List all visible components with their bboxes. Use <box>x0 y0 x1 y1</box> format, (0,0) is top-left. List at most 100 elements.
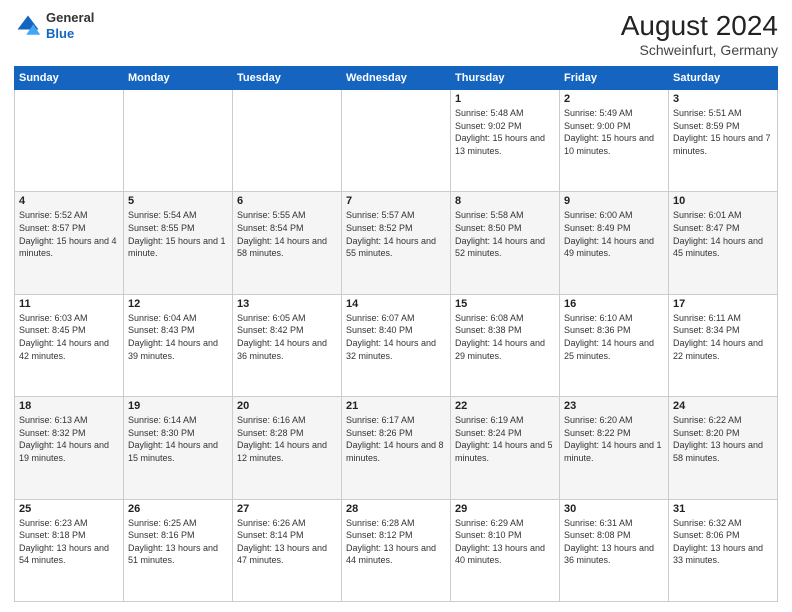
day-info: Sunrise: 5:58 AM Sunset: 8:50 PM Dayligh… <box>455 209 555 259</box>
weekday-header-row: Sunday Monday Tuesday Wednesday Thursday… <box>15 67 778 90</box>
table-row: 26 Sunrise: 6:25 AM Sunset: 8:16 PM Dayli… <box>124 499 233 601</box>
table-row: 13Sunrise: 6:05 AM Sunset: 8:42 PM Dayli… <box>233 294 342 396</box>
table-row <box>124 90 233 192</box>
day-info: Sunrise: 6:19 AM Sunset: 8:24 PM Dayligh… <box>455 414 555 464</box>
week-row-3: 18 Sunrise: 6:13 AM Sunset: 8:32 PM Dayli… <box>15 397 778 499</box>
day-info: Sunrise: 6:01 AM Sunset: 8:47 PM Dayligh… <box>673 209 773 259</box>
day-info: Sunrise: 6:29 AM Sunset: 8:10 PM Dayligh… <box>455 517 555 567</box>
day-number: 7 <box>346 195 446 207</box>
week-row-4: 25 Sunrise: 6:23 AM Sunset: 8:18 PM Dayli… <box>15 499 778 601</box>
table-row: 19 Sunrise: 6:14 AM Sunset: 8:30 PM Dayli… <box>124 397 233 499</box>
day-number: 2 <box>564 93 664 105</box>
table-row: 15 Sunrise: 6:08 AM Sunset: 8:38 PM Dayli… <box>451 294 560 396</box>
table-row: 5 Sunrise: 5:54 AM Sunset: 8:55 PM Daylig… <box>124 192 233 294</box>
day-number: 26 <box>128 503 228 515</box>
day-info: Sunrise: 6:28 AM Sunset: 8:12 PM Dayligh… <box>346 517 446 567</box>
day-info: Sunrise: 6:26 AM Sunset: 8:14 PM Dayligh… <box>237 517 337 567</box>
table-row: 31Sunrise: 6:32 AM Sunset: 8:06 PM Dayli… <box>669 499 778 601</box>
day-number: 28 <box>346 503 446 515</box>
day-info: Sunrise: 6:14 AM Sunset: 8:30 PM Dayligh… <box>128 414 228 464</box>
header-monday: Monday <box>124 67 233 90</box>
day-number: 16 <box>564 298 664 310</box>
logo-text: General Blue <box>46 10 94 41</box>
header-friday: Friday <box>560 67 669 90</box>
day-info: Sunrise: 6:16 AM Sunset: 8:28 PM Dayligh… <box>237 414 337 464</box>
day-number: 18 <box>19 400 119 412</box>
day-info: Sunrise: 5:51 AM Sunset: 8:59 PM Dayligh… <box>673 107 773 157</box>
day-number: 31 <box>673 503 773 515</box>
day-info: Sunrise: 6:13 AM Sunset: 8:32 PM Dayligh… <box>19 414 119 464</box>
location: Schweinfurt, Germany <box>621 42 778 58</box>
day-number: 8 <box>455 195 555 207</box>
day-number: 23 <box>564 400 664 412</box>
day-number: 19 <box>128 400 228 412</box>
table-row <box>342 90 451 192</box>
table-row: 4 Sunrise: 5:52 AM Sunset: 8:57 PM Daylig… <box>15 192 124 294</box>
table-row: 22 Sunrise: 6:19 AM Sunset: 8:24 PM Dayli… <box>451 397 560 499</box>
day-info: Sunrise: 5:49 AM Sunset: 9:00 PM Dayligh… <box>564 107 664 157</box>
day-info: Sunrise: 5:52 AM Sunset: 8:57 PM Dayligh… <box>19 209 119 259</box>
logo-general: General <box>46 10 94 25</box>
table-row: 29 Sunrise: 6:29 AM Sunset: 8:10 PM Dayli… <box>451 499 560 601</box>
table-row: 20 Sunrise: 6:16 AM Sunset: 8:28 PM Dayli… <box>233 397 342 499</box>
week-row-2: 11Sunrise: 6:03 AM Sunset: 8:45 PM Dayli… <box>15 294 778 396</box>
table-row: 14Sunrise: 6:07 AM Sunset: 8:40 PM Dayli… <box>342 294 451 396</box>
day-info: Sunrise: 6:00 AM Sunset: 8:49 PM Dayligh… <box>564 209 664 259</box>
day-number: 11 <box>19 298 119 310</box>
day-info: Sunrise: 6:17 AM Sunset: 8:26 PM Dayligh… <box>346 414 446 464</box>
header: General Blue August 2024 Schweinfurt, Ge… <box>14 10 778 58</box>
table-row: 27 Sunrise: 6:26 AM Sunset: 8:14 PM Dayli… <box>233 499 342 601</box>
day-info: Sunrise: 6:22 AM Sunset: 8:20 PM Dayligh… <box>673 414 773 464</box>
title-block: August 2024 Schweinfurt, Germany <box>621 10 778 58</box>
header-thursday: Thursday <box>451 67 560 90</box>
day-number: 12 <box>128 298 228 310</box>
table-row: 10Sunrise: 6:01 AM Sunset: 8:47 PM Dayli… <box>669 192 778 294</box>
table-row <box>233 90 342 192</box>
day-info: Sunrise: 6:10 AM Sunset: 8:36 PM Dayligh… <box>564 312 664 362</box>
table-row: 25 Sunrise: 6:23 AM Sunset: 8:18 PM Dayli… <box>15 499 124 601</box>
table-row: 21 Sunrise: 6:17 AM Sunset: 8:26 PM Dayli… <box>342 397 451 499</box>
day-number: 15 <box>455 298 555 310</box>
table-row: 30Sunrise: 6:31 AM Sunset: 8:08 PM Dayli… <box>560 499 669 601</box>
day-number: 22 <box>455 400 555 412</box>
table-row: 1Sunrise: 5:48 AM Sunset: 9:02 PM Daylig… <box>451 90 560 192</box>
table-row: 16 Sunrise: 6:10 AM Sunset: 8:36 PM Dayli… <box>560 294 669 396</box>
calendar: Sunday Monday Tuesday Wednesday Thursday… <box>14 66 778 602</box>
header-sunday: Sunday <box>15 67 124 90</box>
day-number: 1 <box>455 93 555 105</box>
day-number: 4 <box>19 195 119 207</box>
day-info: Sunrise: 5:55 AM Sunset: 8:54 PM Dayligh… <box>237 209 337 259</box>
day-info: Sunrise: 6:23 AM Sunset: 8:18 PM Dayligh… <box>19 517 119 567</box>
week-row-0: 1Sunrise: 5:48 AM Sunset: 9:02 PM Daylig… <box>15 90 778 192</box>
day-number: 17 <box>673 298 773 310</box>
week-row-1: 4 Sunrise: 5:52 AM Sunset: 8:57 PM Daylig… <box>15 192 778 294</box>
logo: General Blue <box>14 10 94 41</box>
day-info: Sunrise: 6:04 AM Sunset: 8:43 PM Dayligh… <box>128 312 228 362</box>
table-row: 12 Sunrise: 6:04 AM Sunset: 8:43 PM Dayli… <box>124 294 233 396</box>
table-row: 8 Sunrise: 5:58 AM Sunset: 8:50 PM Daylig… <box>451 192 560 294</box>
table-row: 23 Sunrise: 6:20 AM Sunset: 8:22 PM Dayli… <box>560 397 669 499</box>
table-row: 28 Sunrise: 6:28 AM Sunset: 8:12 PM Dayli… <box>342 499 451 601</box>
day-number: 20 <box>237 400 337 412</box>
day-number: 13 <box>237 298 337 310</box>
header-wednesday: Wednesday <box>342 67 451 90</box>
day-info: Sunrise: 6:08 AM Sunset: 8:38 PM Dayligh… <box>455 312 555 362</box>
day-number: 21 <box>346 400 446 412</box>
table-row: 17Sunrise: 6:11 AM Sunset: 8:34 PM Dayli… <box>669 294 778 396</box>
day-info: Sunrise: 6:25 AM Sunset: 8:16 PM Dayligh… <box>128 517 228 567</box>
table-row <box>15 90 124 192</box>
table-row: 2 Sunrise: 5:49 AM Sunset: 9:00 PM Daylig… <box>560 90 669 192</box>
table-row: 3Sunrise: 5:51 AM Sunset: 8:59 PM Daylig… <box>669 90 778 192</box>
day-number: 27 <box>237 503 337 515</box>
day-info: Sunrise: 6:31 AM Sunset: 8:08 PM Dayligh… <box>564 517 664 567</box>
header-tuesday: Tuesday <box>233 67 342 90</box>
table-row: 24Sunrise: 6:22 AM Sunset: 8:20 PM Dayli… <box>669 397 778 499</box>
day-info: Sunrise: 5:54 AM Sunset: 8:55 PM Dayligh… <box>128 209 228 259</box>
day-number: 29 <box>455 503 555 515</box>
day-number: 5 <box>128 195 228 207</box>
day-info: Sunrise: 6:20 AM Sunset: 8:22 PM Dayligh… <box>564 414 664 464</box>
table-row: 7Sunrise: 5:57 AM Sunset: 8:52 PM Daylig… <box>342 192 451 294</box>
day-number: 25 <box>19 503 119 515</box>
table-row: 9Sunrise: 6:00 AM Sunset: 8:49 PM Daylig… <box>560 192 669 294</box>
day-info: Sunrise: 6:07 AM Sunset: 8:40 PM Dayligh… <box>346 312 446 362</box>
